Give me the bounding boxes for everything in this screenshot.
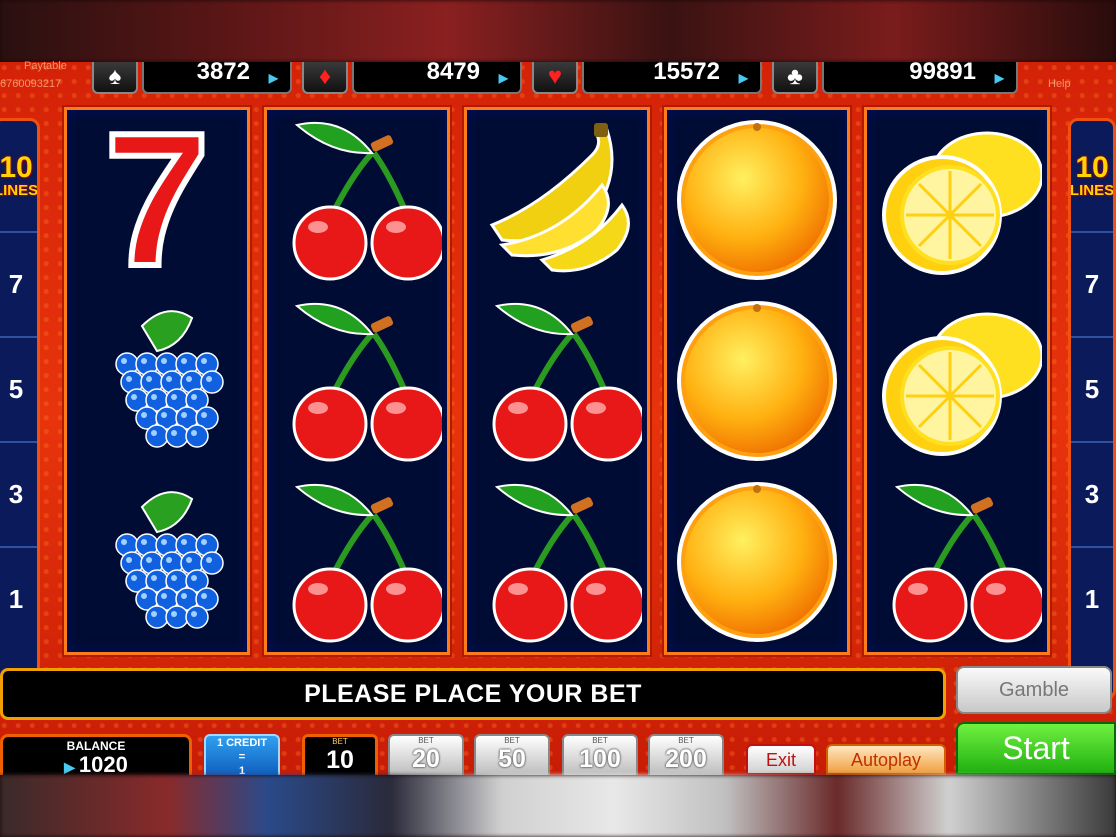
arrow-icon: ▶ xyxy=(64,759,75,775)
seven-icon: 7 xyxy=(101,115,213,285)
bet-label: BET xyxy=(332,737,348,746)
line-number[interactable]: 3 xyxy=(0,441,37,546)
reel-4 xyxy=(664,107,850,655)
reel-3 xyxy=(464,107,650,655)
banana-icon xyxy=(489,123,630,273)
line-number[interactable]: 7 xyxy=(1071,231,1113,336)
cherry-icon xyxy=(492,483,642,643)
line-number[interactable]: 1 xyxy=(0,546,37,651)
lemon-symbol xyxy=(867,291,1047,471)
cherry-symbol xyxy=(467,472,647,652)
balance-value: 1020 xyxy=(78,752,128,777)
cherry-symbol xyxy=(267,472,447,652)
right-lines-panel: 10 LINES 7 5 3 1 xyxy=(1068,118,1116,700)
balance-label: BALANCE xyxy=(66,739,126,753)
credit-equals: = xyxy=(238,751,246,763)
line-number[interactable]: 1 xyxy=(1071,546,1113,651)
arrow-icon: ▶ xyxy=(994,71,1004,85)
cherry-symbol xyxy=(867,472,1047,652)
line-number[interactable]: 7 xyxy=(0,231,37,336)
jackpot-club: ♣ 99891 ▶ xyxy=(772,60,1018,94)
lines-label: LINES xyxy=(0,181,39,199)
bet-value: 20 xyxy=(412,745,440,773)
heart-icon: ♥ xyxy=(532,62,578,94)
cherry-icon xyxy=(892,483,1042,643)
status-message: PLEASE PLACE YOUR BET xyxy=(0,668,946,720)
reel-5 xyxy=(864,107,1050,655)
lemon-symbol xyxy=(867,110,1047,290)
left-lines-panel: 10 LINES 7 5 3 1 xyxy=(0,118,40,700)
club-icon: ♣ xyxy=(772,62,818,94)
line-number[interactable]: 5 xyxy=(1071,336,1113,441)
jackpot-value: 15572 xyxy=(653,58,720,85)
jackpot-value: 99891 xyxy=(909,58,976,85)
bet-option-button[interactable]: BET 50 xyxy=(474,734,550,775)
bet-option-button[interactable]: BET 200 xyxy=(648,734,724,775)
start-button[interactable]: Start xyxy=(956,722,1116,775)
exit-button[interactable]: Exit xyxy=(746,744,816,775)
jackpot-value: 8479 xyxy=(426,58,480,85)
bet-value: 10 xyxy=(326,746,354,774)
autoplay-button[interactable]: Autoplay xyxy=(826,744,946,775)
orange-symbol xyxy=(667,110,847,290)
cherry-icon xyxy=(292,302,442,462)
bet-option-button[interactable]: BET 20 xyxy=(388,734,464,775)
current-bet-button[interactable]: BET 10 xyxy=(302,734,378,775)
spade-icon: ♠ xyxy=(92,62,138,94)
lines-count: 10 xyxy=(1075,150,1109,184)
jackpot-spade: ♠ 3872 ▶ xyxy=(92,60,292,94)
grapes-icon xyxy=(115,310,224,448)
bet-value: 100 xyxy=(579,745,621,773)
arrow-icon: ▶ xyxy=(498,71,508,85)
jackpot-value: 3872 xyxy=(196,58,250,85)
svg-text:7: 7 xyxy=(104,115,210,285)
line-number[interactable]: 5 xyxy=(0,336,37,441)
arrow-icon: ▶ xyxy=(268,71,278,85)
credit-label: 1 CREDIT xyxy=(216,737,268,749)
cherry-symbol xyxy=(467,291,647,471)
bet-value: 200 xyxy=(665,745,707,773)
paytable-link[interactable]: Paytable xyxy=(24,60,67,72)
cherry-icon xyxy=(292,121,442,281)
cherry-symbol xyxy=(267,110,447,290)
lines-count: 10 xyxy=(0,150,33,184)
diamond-icon: ♦ xyxy=(302,62,348,94)
arrow-icon: ▶ xyxy=(738,71,748,85)
orange-symbol xyxy=(667,291,847,471)
lines-label: LINES xyxy=(1069,181,1115,199)
banana-symbol xyxy=(467,110,647,290)
lines-badge[interactable]: 10 LINES xyxy=(0,121,37,231)
lines-badge[interactable]: 10 LINES xyxy=(1071,121,1113,231)
jackpot-heart: ♥ 15572 ▶ xyxy=(532,60,762,94)
credit-denomination-button[interactable]: 1 CREDIT = 1 xyxy=(204,734,280,777)
gamble-button[interactable]: Gamble xyxy=(956,666,1112,714)
jackpot-bar: Paytable 6760093217 Help ♠ 3872 ▶ ♦ 8479 ▶… xyxy=(0,60,1116,98)
grapes-symbol xyxy=(67,472,247,652)
jackpot-diamond: ♦ 8479 ▶ xyxy=(302,60,522,94)
orange-icon xyxy=(677,482,837,642)
grapes-icon xyxy=(115,491,224,629)
balance-display: BALANCE ▶ 1020 xyxy=(0,734,192,777)
cherry-symbol xyxy=(267,291,447,471)
help-link[interactable]: Help xyxy=(1048,78,1071,90)
slot-machine: Paytable 6760093217 Help ♠ 3872 ▶ ♦ 8479 ▶… xyxy=(0,60,1116,777)
reel-2 xyxy=(264,107,450,655)
reel-1: 7 xyxy=(64,107,250,655)
blurred-top-edge xyxy=(0,0,1116,62)
blurred-bottom-edge xyxy=(0,775,1116,837)
orange-icon xyxy=(677,120,837,280)
cherry-icon xyxy=(492,302,642,462)
game-id-text: 6760093217 xyxy=(0,78,62,90)
cherry-icon xyxy=(292,483,442,643)
line-number[interactable]: 3 xyxy=(1071,441,1113,546)
orange-icon xyxy=(677,301,837,461)
lemon-icon xyxy=(882,131,1042,275)
bet-value: 50 xyxy=(498,745,526,773)
lemon-icon xyxy=(882,312,1042,456)
bet-option-button[interactable]: BET 100 xyxy=(562,734,638,775)
grapes-symbol xyxy=(67,291,247,471)
seven-symbol: 7 xyxy=(67,110,247,290)
orange-symbol xyxy=(667,472,847,652)
